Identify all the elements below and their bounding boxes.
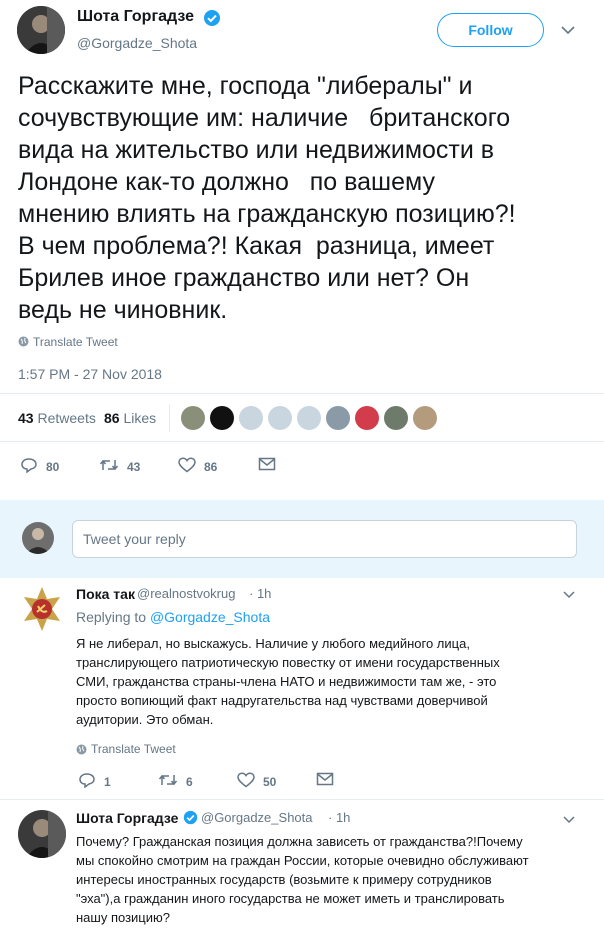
likes-stat[interactable]: 86 Likes — [104, 410, 156, 426]
reply-placeholder: Tweet your reply — [83, 531, 186, 547]
retweet-count: 6 — [186, 774, 193, 789]
reply-input[interactable]: Tweet your reply — [72, 520, 577, 558]
replying-to-link[interactable]: @Gorgadze_Shota — [150, 609, 270, 625]
author-handle[interactable]: @Gorgadze_Shota — [77, 35, 197, 51]
envelope-icon — [316, 772, 342, 789]
reply-text: Я не либерал, но выскажусь. Наличие у лю… — [76, 636, 500, 727]
retweet-icon — [158, 772, 186, 791]
avatar-default-3[interactable] — [239, 406, 263, 430]
like-action[interactable]: 86 — [178, 457, 217, 476]
globe-icon — [76, 744, 87, 755]
retweets-count: 43 — [18, 410, 34, 426]
current-user-avatar — [22, 522, 54, 554]
like-action[interactable]: 50 — [237, 772, 276, 791]
replying-prefix: Replying to — [76, 609, 147, 625]
likes-label: Likes — [123, 410, 157, 426]
retweet-icon — [99, 457, 127, 476]
avatar-photo-9[interactable] — [413, 406, 437, 430]
reply-action[interactable]: 80 — [20, 457, 59, 476]
retweets-label: Retweets — [37, 410, 96, 426]
chevron-down-icon[interactable] — [563, 815, 575, 824]
author-avatar[interactable] — [17, 6, 65, 54]
chevron-down-icon[interactable] — [563, 590, 575, 599]
retweet-action[interactable]: 43 — [99, 457, 140, 476]
avatar-photo-6[interactable] — [326, 406, 350, 430]
chevron-down-icon[interactable] — [561, 25, 575, 35]
retweet-action[interactable]: 6 — [158, 772, 193, 791]
reply-author-name[interactable]: Шота Горгадзе — [76, 810, 178, 826]
retweet-count: 43 — [127, 459, 141, 474]
reply-icon — [20, 457, 46, 476]
reply-text: Почему? Гражданская позиция должна завис… — [76, 834, 529, 925]
divider — [0, 441, 604, 442]
avatar-default-5[interactable] — [297, 406, 321, 430]
reply-count: 1 — [104, 774, 111, 789]
message-action[interactable] — [258, 457, 284, 474]
tweet-timestamp[interactable]: 1:57 PM - 27 Nov 2018 — [18, 366, 162, 382]
like-count: 50 — [263, 774, 277, 789]
envelope-icon — [258, 457, 284, 474]
reply-author-name[interactable]: Пока так — [76, 586, 135, 602]
likes-count: 86 — [104, 410, 120, 426]
reply-action[interactable]: 1 — [78, 772, 111, 791]
reply-icon — [78, 772, 104, 791]
avatar-photo-1[interactable] — [181, 406, 205, 430]
author-name[interactable]: Шота Горгадзе — [77, 8, 194, 26]
reply-avatar[interactable] — [18, 810, 66, 858]
retweets-stat[interactable]: 43 Retweets — [18, 410, 96, 426]
tweet-text: Расскажите мне, господа "либералы" и соч… — [18, 72, 516, 324]
message-action[interactable] — [316, 772, 342, 789]
follow-button[interactable]: Follow — [437, 13, 544, 47]
avatar-flag-7[interactable] — [355, 406, 379, 430]
globe-icon — [18, 336, 29, 347]
reply-author-handle[interactable]: @Gorgadze_Shota — [201, 810, 313, 825]
replying-to: Replying to @Gorgadze_Shota — [76, 609, 270, 625]
heart-icon — [178, 457, 204, 476]
avatar-default-4[interactable] — [268, 406, 292, 430]
reply-author-handle[interactable]: @realnostvokrug — [137, 586, 235, 601]
likers-avatars — [181, 406, 442, 430]
translate-tweet-link[interactable]: Translate Tweet — [91, 742, 176, 756]
verified-badge-icon — [203, 9, 221, 27]
divider — [0, 393, 604, 394]
heart-icon — [237, 772, 263, 791]
like-count: 86 — [204, 459, 218, 474]
reply-time[interactable]: · 1h — [328, 810, 350, 825]
reply-count: 80 — [46, 459, 60, 474]
avatar-photo-8[interactable] — [384, 406, 408, 430]
stats-separator — [169, 404, 170, 432]
verified-badge-icon — [183, 810, 198, 825]
reply-time[interactable]: · 1h — [249, 586, 271, 601]
reply-avatar[interactable] — [18, 585, 66, 633]
translate-tweet-link[interactable]: Translate Tweet — [33, 335, 118, 349]
divider — [0, 799, 604, 800]
avatar-dark-2[interactable] — [210, 406, 234, 430]
